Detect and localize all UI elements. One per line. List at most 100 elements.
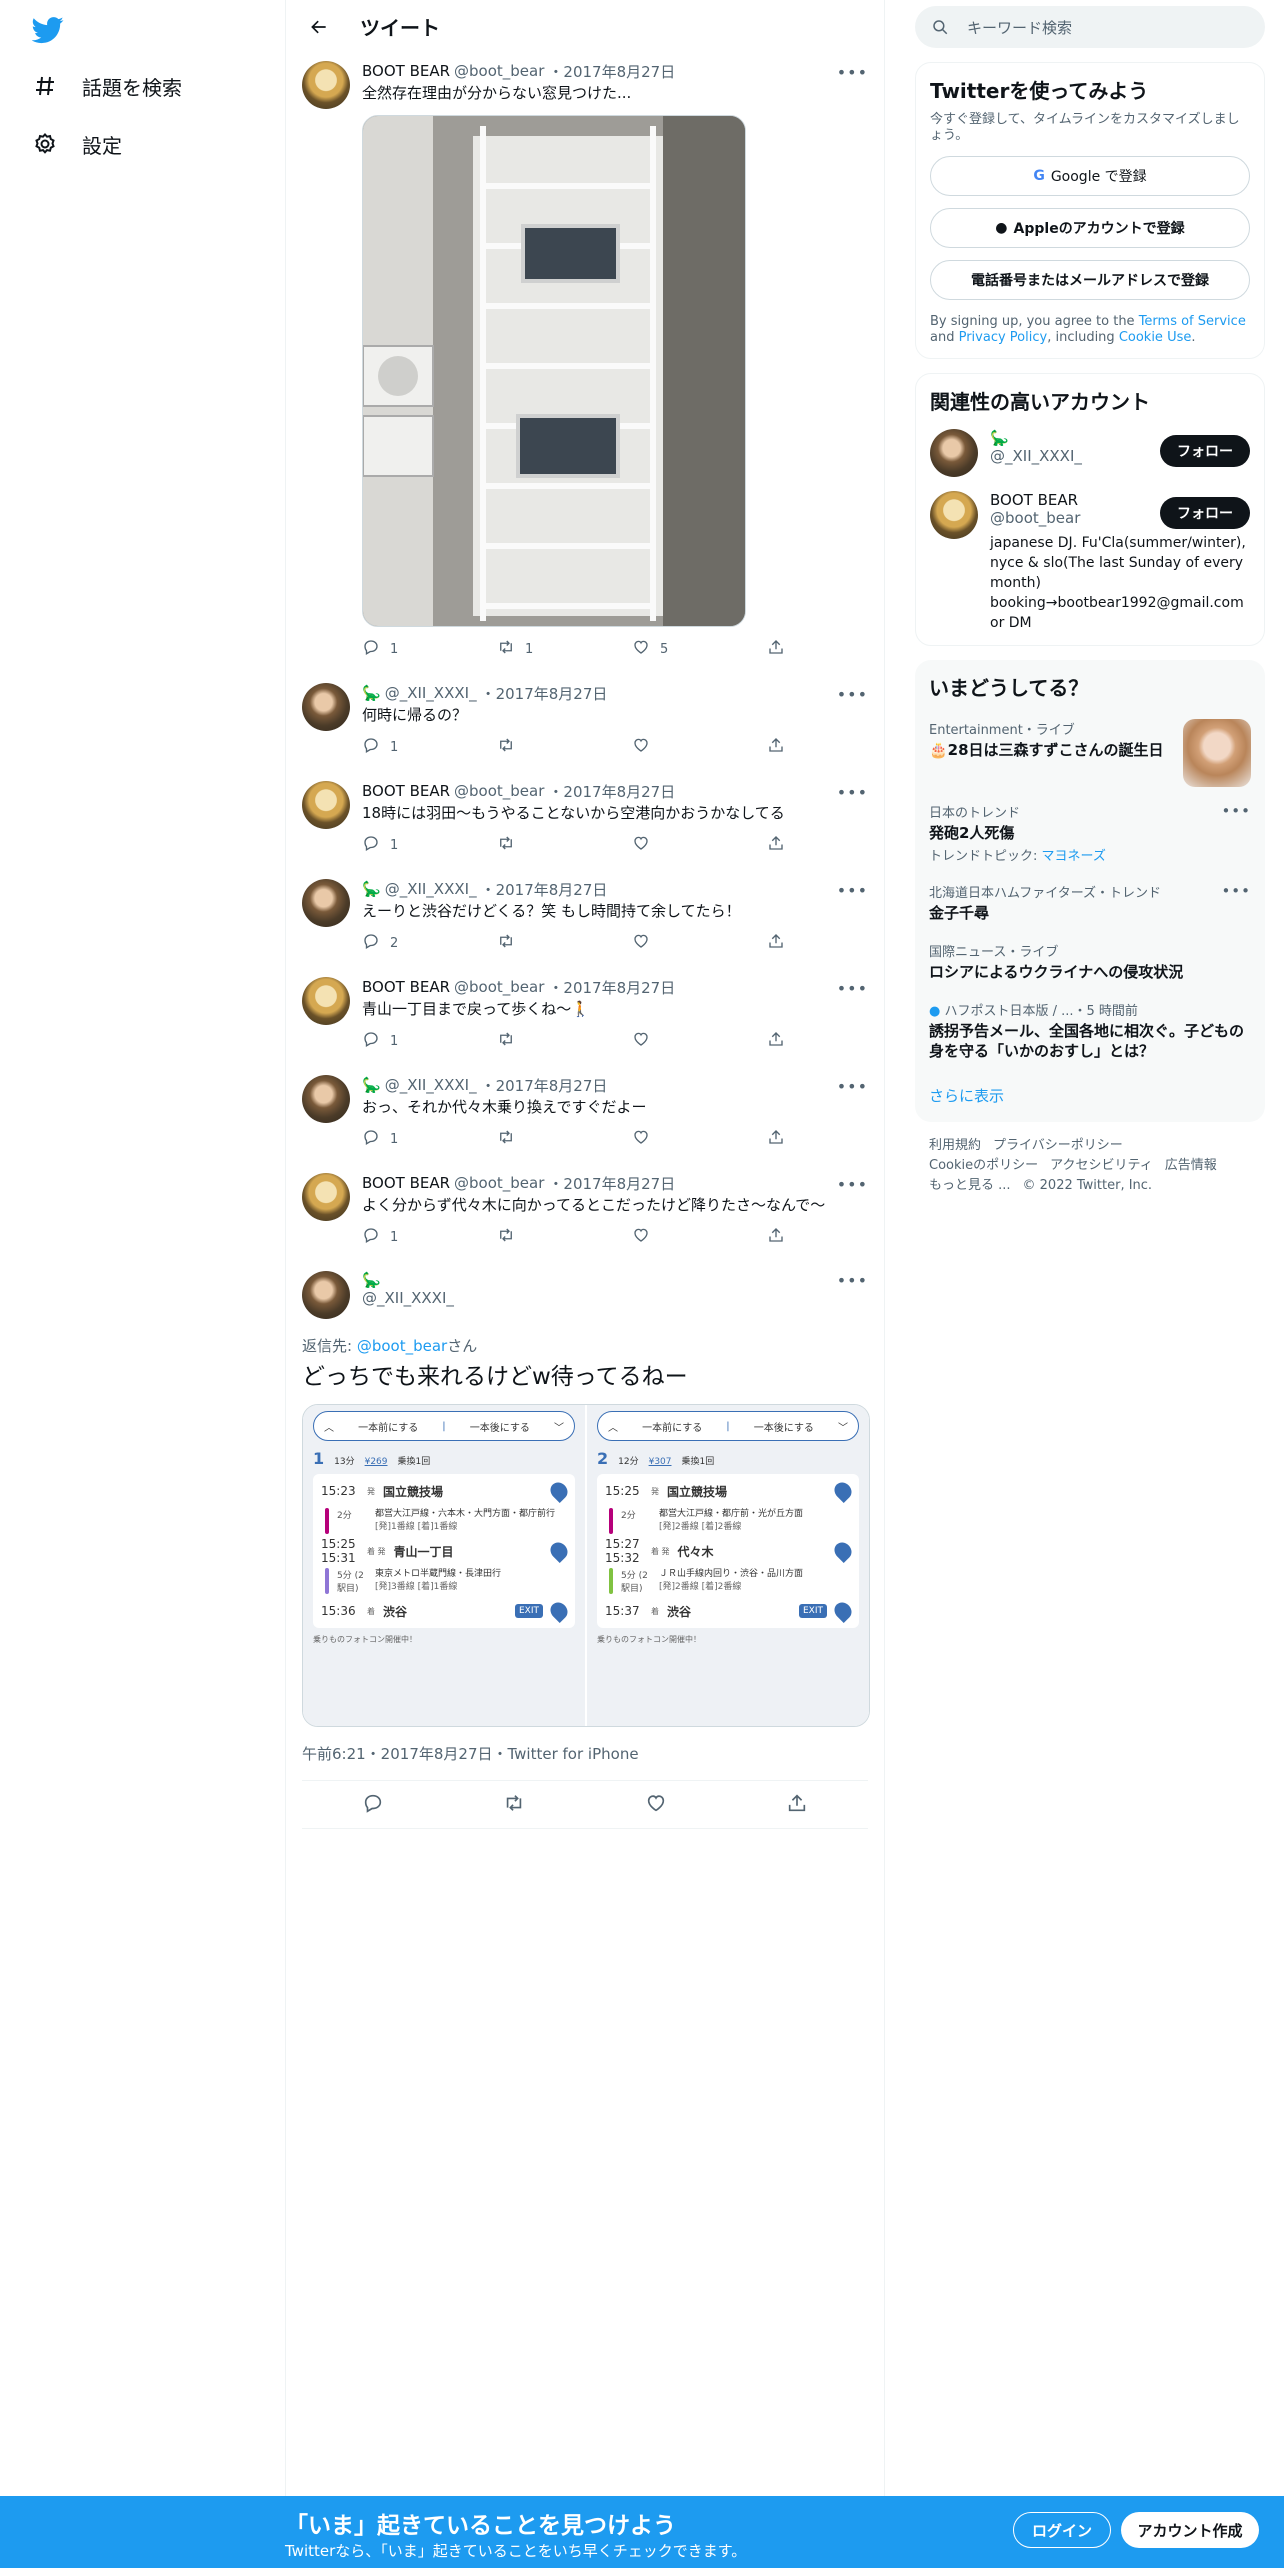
reply-button[interactable]: 2 <box>362 932 422 954</box>
account-item[interactable]: BOOT BEAR @boot_bear japanese DJ. Fu'Cla… <box>930 491 1250 633</box>
search-box[interactable]: キーワード検索 <box>915 6 1265 48</box>
author-handle[interactable]: @_XII_XXXI_ <box>385 684 477 702</box>
apple-signup-button[interactable]: ● Appleのアカウントで登録 <box>930 208 1250 248</box>
more-options-icon[interactable]: ••• <box>837 979 868 998</box>
reply-to-link[interactable]: @boot_bear <box>357 1337 447 1355</box>
reply-button[interactable]: 1 <box>362 1226 422 1248</box>
avatar[interactable] <box>302 879 350 927</box>
share-button[interactable] <box>767 1128 787 1150</box>
reply-button[interactable]: 1 <box>362 638 422 660</box>
like-button[interactable] <box>632 1030 692 1052</box>
retweet-button[interactable] <box>497 932 557 954</box>
follow-button[interactable]: フォロー <box>1160 497 1250 529</box>
privacy-link[interactable]: Privacy Policy <box>959 330 1048 345</box>
avatar[interactable] <box>302 683 350 731</box>
author-name[interactable]: BOOT BEAR <box>362 978 450 996</box>
tweet-date[interactable]: ・2017年8月27日 <box>481 683 608 704</box>
tweet[interactable]: 🦕 @_XII_XXXI_ ・2017年8月27日 おっ、それか代々木乗り換えで… <box>286 1067 884 1165</box>
tweet-date[interactable]: ・2017年8月27日 <box>548 61 675 82</box>
phone-signup-button[interactable]: 電話番号またはメールアドレスで登録 <box>930 260 1250 300</box>
reply-icon[interactable] <box>362 1792 384 1818</box>
like-button[interactable] <box>632 1128 692 1150</box>
route-screenshot[interactable]: ︿ 一本前にする | 一本後にする ﹀ 2 12分 ¥307 乗換1回 15:2… <box>587 1405 869 1726</box>
retweet-icon[interactable] <box>503 1792 525 1818</box>
tweet-date[interactable]: ・2017年8月27日 <box>481 1075 608 1096</box>
retweet-button[interactable] <box>497 834 557 856</box>
tweet[interactable]: 🦕 @_XII_XXXI_ ・2017年8月27日 何時に帰るの？ 1 ••• <box>286 675 884 773</box>
trend-item[interactable]: ● ハフポスト日本版 / ...・5 時間前 誘拐予告メール、全国各地に相次ぐ。… <box>929 1000 1251 1061</box>
tweet-date[interactable]: ・2017年8月27日 <box>548 781 675 802</box>
like-button[interactable] <box>632 834 692 856</box>
retweet-button[interactable] <box>497 1226 557 1248</box>
share-button[interactable] <box>767 932 787 954</box>
trend-item[interactable]: 国際ニュース・ライブ ロシアによるウクライナへの侵攻状況 <box>929 941 1251 982</box>
avatar[interactable] <box>302 1173 350 1221</box>
trend-item[interactable]: 日本のトレンド 発砲2人死傷 トレンドトピック: マヨネーズ ••• <box>929 802 1251 864</box>
avatar[interactable] <box>302 1075 350 1123</box>
author-handle[interactable]: @boot_bear <box>454 62 544 80</box>
show-more-link[interactable]: さらに表示 <box>929 1085 1251 1110</box>
share-button[interactable] <box>767 834 787 856</box>
share-button[interactable] <box>767 736 787 758</box>
retweet-button[interactable] <box>497 1128 557 1150</box>
footer-link[interactable]: 広告情報 <box>1165 1158 1217 1173</box>
tweet[interactable]: BOOT BEAR @boot_bear ・2017年8月27日 青山一丁目まで… <box>286 969 884 1067</box>
like-button[interactable] <box>632 932 692 954</box>
more-options-icon[interactable]: ••• <box>837 1271 868 1290</box>
more-options-icon[interactable]: ••• <box>837 783 868 802</box>
avatar[interactable] <box>302 781 350 829</box>
tweet[interactable]: BOOT BEAR @boot_bear ・2017年8月27日 よく分からず代… <box>286 1165 884 1263</box>
share-button[interactable] <box>767 1226 787 1248</box>
trend-topic-link[interactable]: マヨネーズ <box>1042 849 1106 864</box>
tweet[interactable]: BOOT BEAR @boot_bear ・2017年8月27日 全然存在理由が… <box>286 53 884 675</box>
author-name[interactable]: 🦕 <box>362 1271 454 1289</box>
nav-settings[interactable]: 設定 <box>32 124 122 164</box>
like-button[interactable] <box>632 736 692 758</box>
author-name[interactable]: 🦕 <box>362 684 381 702</box>
retweet-button[interactable]: 1 <box>497 638 557 660</box>
footer-link[interactable]: アクセシビリティ <box>1050 1158 1153 1173</box>
route-screenshot[interactable]: ︿ 一本前にする | 一本後にする ﹀ 1 13分 ¥269 乗換1回 15:2… <box>303 1405 585 1726</box>
login-button[interactable]: ログイン <box>1013 2512 1111 2548</box>
more-options-icon[interactable]: ••• <box>837 881 868 900</box>
account-item[interactable]: 🦕 @_XII_XXXI_ フォロー <box>930 429 1250 477</box>
avatar[interactable] <box>930 491 978 539</box>
tweet-date[interactable]: ・2017年8月27日 <box>548 1173 675 1194</box>
nav-explore[interactable]: 話題を検索 <box>32 66 182 106</box>
more-options-icon[interactable]: ••• <box>837 1175 868 1194</box>
more-options-icon[interactable]: ••• <box>837 685 868 704</box>
more-options-icon[interactable]: ••• <box>837 1077 868 1096</box>
author-name[interactable]: BOOT BEAR <box>362 1174 450 1192</box>
more-options-icon[interactable]: ••• <box>1221 882 1251 900</box>
author-name[interactable]: 🦕 <box>362 880 381 898</box>
like-button[interactable]: 5 <box>632 638 692 660</box>
avatar[interactable] <box>302 1271 350 1319</box>
signup-button[interactable]: アカウント作成 <box>1121 2512 1259 2548</box>
retweet-button[interactable] <box>497 736 557 758</box>
avatar[interactable] <box>302 61 350 109</box>
reply-button[interactable]: 1 <box>362 736 422 758</box>
avatar[interactable] <box>302 977 350 1025</box>
twitter-logo-icon[interactable] <box>31 14 64 46</box>
share-icon[interactable] <box>786 1792 808 1818</box>
author-handle[interactable]: @_XII_XXXI_ <box>362 1289 454 1307</box>
tweet[interactable]: BOOT BEAR @boot_bear ・2017年8月27日 18時には羽田… <box>286 773 884 871</box>
tweet-date[interactable]: ・2017年8月27日 <box>481 879 608 900</box>
tweet[interactable]: 🦕 @_XII_XXXI_ ・2017年8月27日 えーりと渋谷だけどくる？笑 … <box>286 871 884 969</box>
footer-link[interactable]: 利用規約 <box>929 1138 981 1153</box>
terms-link[interactable]: Terms of Service <box>1139 314 1246 329</box>
tweet-images[interactable]: ︿ 一本前にする | 一本後にする ﹀ 1 13分 ¥269 乗換1回 15:2… <box>302 1404 870 1727</box>
author-handle[interactable]: @boot_bear <box>454 978 544 996</box>
more-options-icon[interactable]: ••• <box>1221 802 1251 820</box>
footer-link[interactable]: もっと見る ... <box>929 1178 1011 1193</box>
share-button[interactable] <box>767 1030 787 1052</box>
author-handle[interactable]: @_XII_XXXI_ <box>385 1076 477 1094</box>
author-name[interactable]: BOOT BEAR <box>362 782 450 800</box>
author-handle[interactable]: @_XII_XXXI_ <box>385 880 477 898</box>
search-input[interactable]: キーワード検索 <box>967 17 1072 38</box>
cookie-link[interactable]: Cookie Use <box>1119 330 1192 345</box>
google-signup-button[interactable]: G Google で登録 <box>930 156 1250 196</box>
author-handle[interactable]: @boot_bear <box>454 782 544 800</box>
more-options-icon[interactable]: ••• <box>837 63 868 82</box>
avatar[interactable] <box>930 429 978 477</box>
